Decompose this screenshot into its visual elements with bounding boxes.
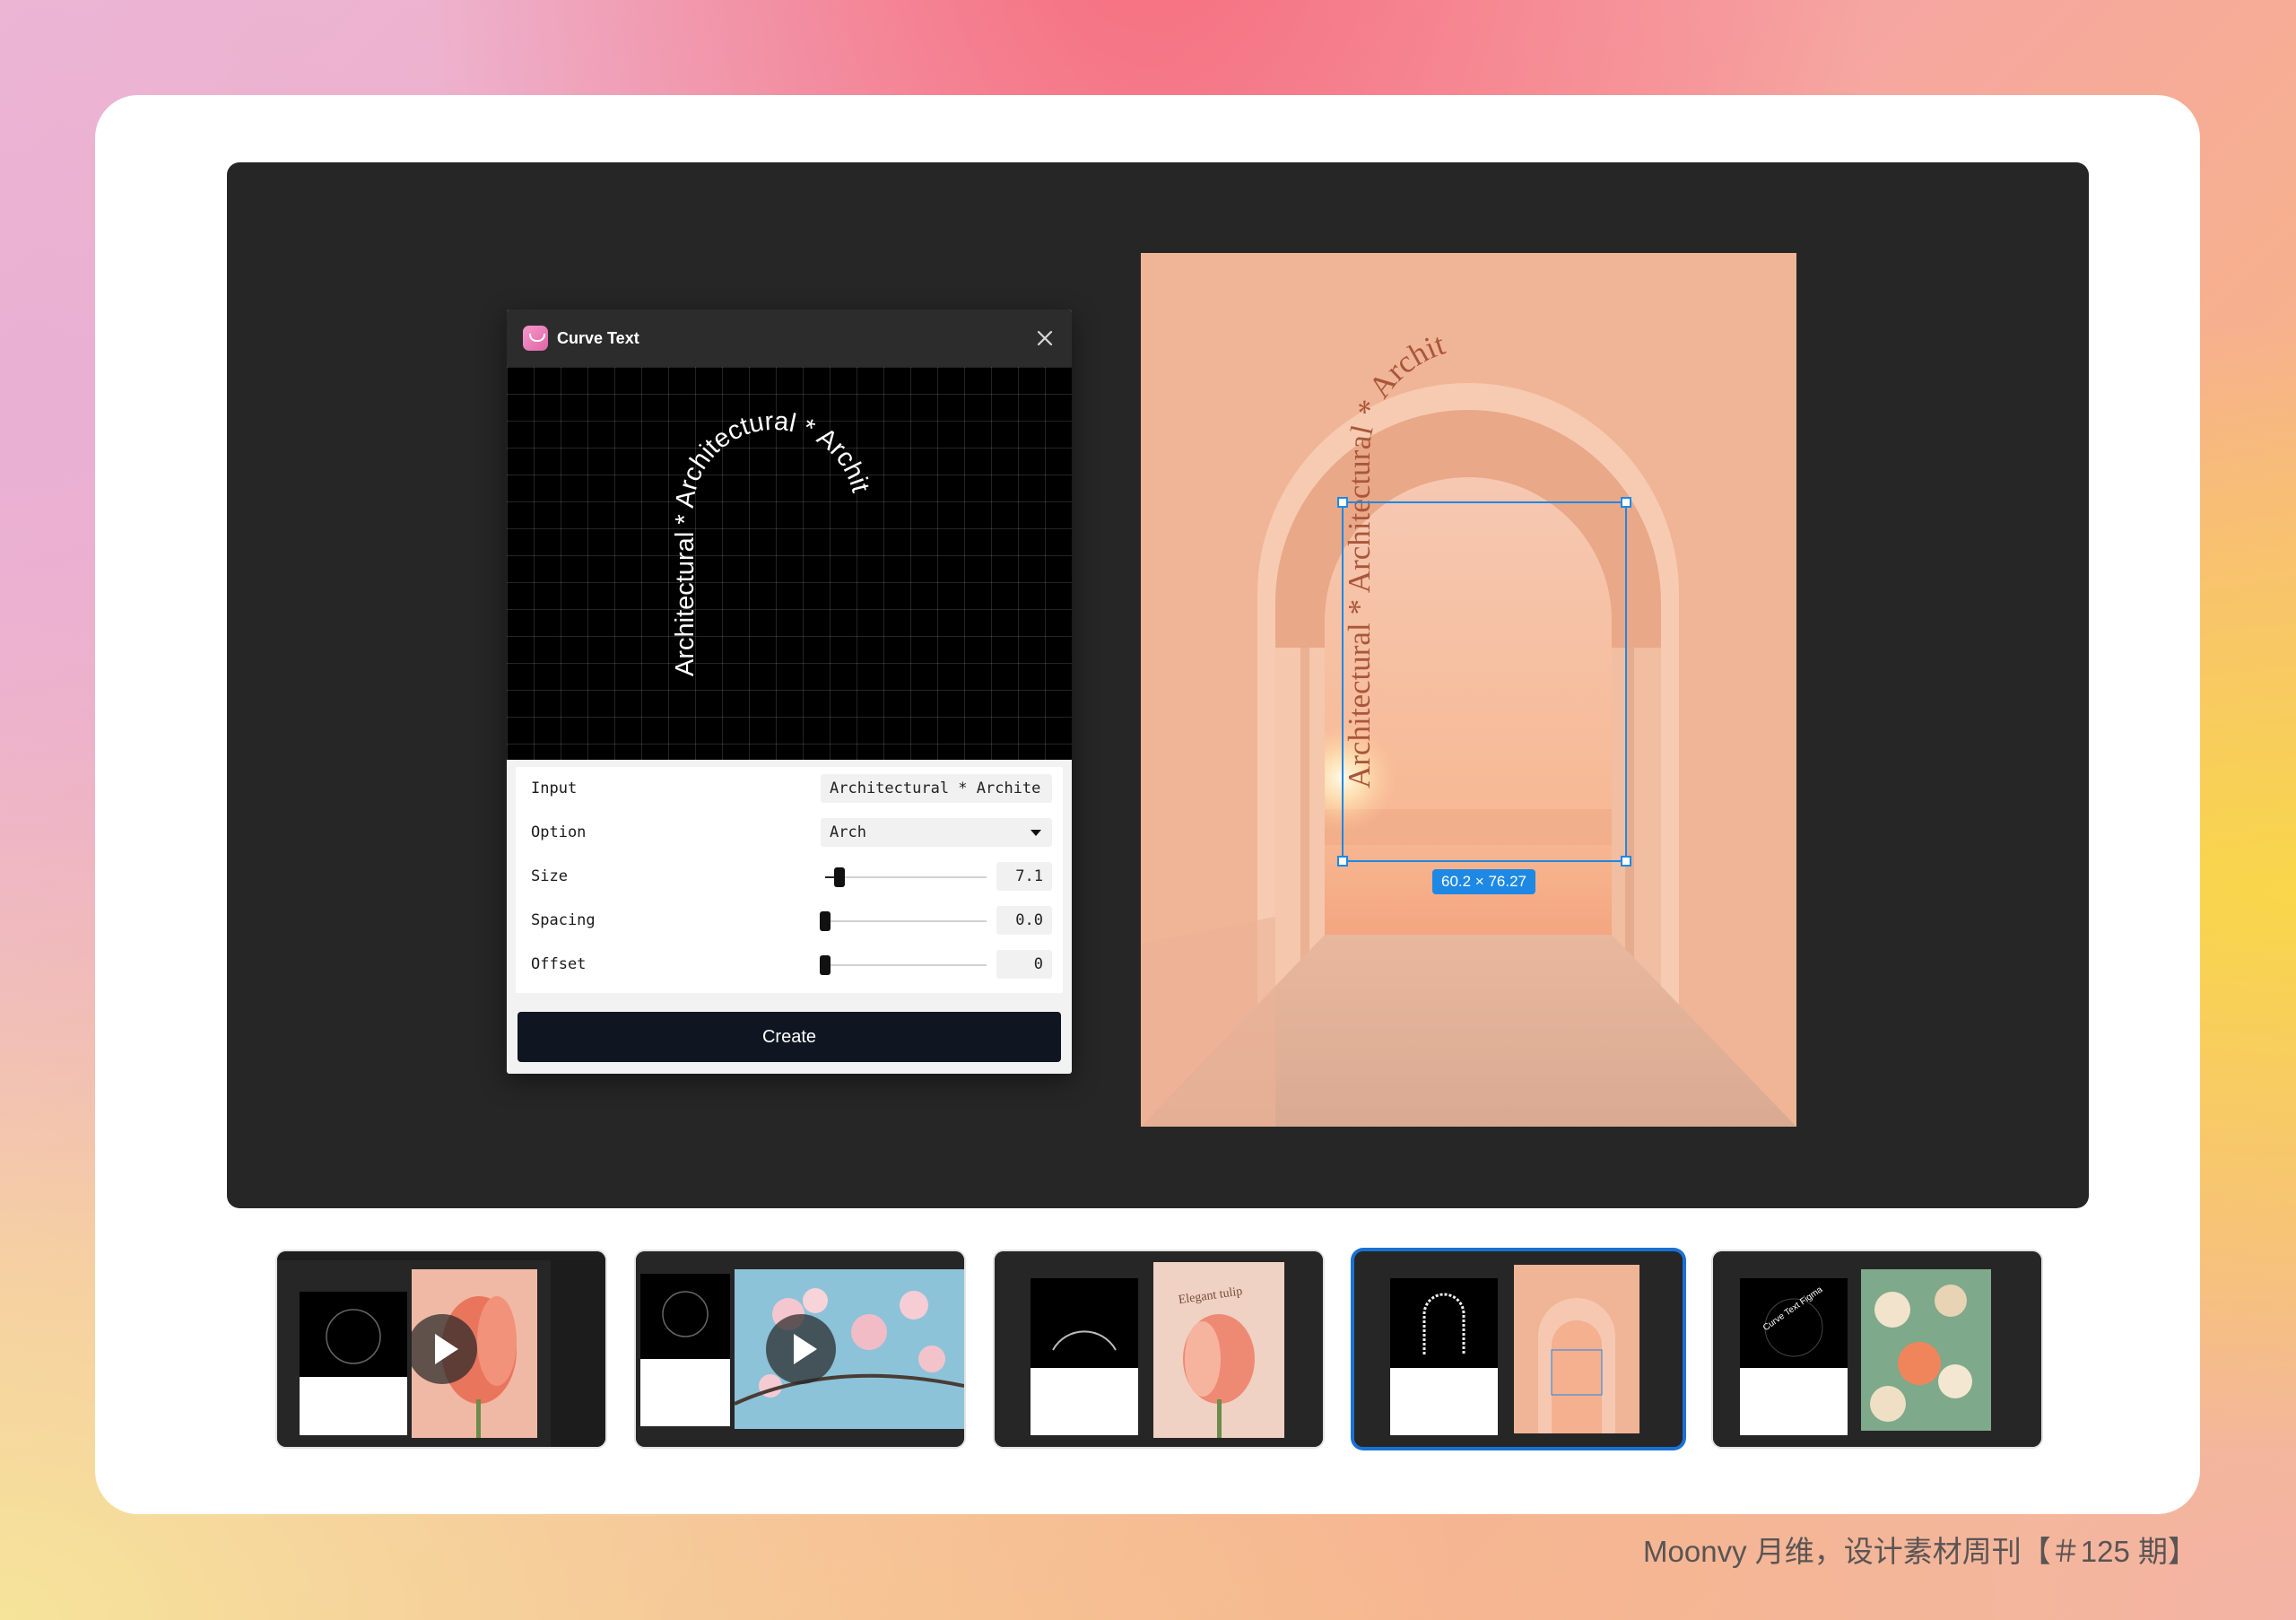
plugin-logo-icon xyxy=(523,326,548,351)
size-slider-thumb[interactable] xyxy=(834,867,846,887)
chevron-down-icon xyxy=(1031,830,1041,836)
footer-caption: Moonvy 月维，设计素材周刊【＃125 期】 xyxy=(1643,1535,2197,1568)
plugin-header: Curve Text xyxy=(507,309,1072,367)
spacing-label: Spacing xyxy=(531,911,596,929)
curve-text-plugin: Curve Text Architectural * Architectural… xyxy=(507,309,1072,1074)
thumb-art-3: Elegant tulip xyxy=(995,1251,1323,1447)
offset-slider-thumb[interactable] xyxy=(820,955,831,975)
controls-panel: Input Architectural * Archite Option Arc… xyxy=(516,767,1063,993)
thumb-art-4 xyxy=(1354,1251,1683,1447)
input-label: Input xyxy=(531,780,578,797)
play-icon[interactable] xyxy=(766,1314,836,1384)
canvas-photo[interactable]: Architectural * Architectural * Archit xyxy=(1141,253,1796,1127)
option-label: Option xyxy=(531,823,587,841)
resize-handle-bl[interactable] xyxy=(1337,856,1348,867)
spacing-slider[interactable] xyxy=(820,911,987,931)
option-select[interactable]: Arch xyxy=(821,818,1052,847)
thumbnail-tulip-video[interactable] xyxy=(277,1251,605,1447)
preview-curve-text: Architectural * Architectural * Archit xyxy=(671,407,875,676)
offset-label: Offset xyxy=(531,955,587,973)
spacing-slider-thumb[interactable] xyxy=(820,911,831,931)
size-slider[interactable] xyxy=(825,867,987,887)
thumbnail-elegant-tulip[interactable]: Elegant tulip xyxy=(995,1251,1323,1447)
size-label: Size xyxy=(531,867,568,885)
resize-handle-tr[interactable] xyxy=(1621,497,1631,508)
offset-slider[interactable] xyxy=(820,955,987,975)
option-value: Arch xyxy=(830,823,866,841)
resize-handle-br[interactable] xyxy=(1621,856,1631,867)
option-row: Option Arch xyxy=(516,811,1063,855)
create-button[interactable]: Create xyxy=(517,1012,1061,1062)
thumbnail-blossom-video[interactable] xyxy=(636,1251,964,1447)
spacing-row: Spacing 0.0 xyxy=(516,899,1063,943)
plugin-title: Curve Text xyxy=(557,329,639,347)
selection-size-label: 60.2 × 76.27 xyxy=(1432,869,1535,894)
curve-preview: Architectural * Architectural * Archit xyxy=(507,367,1072,760)
input-row: Input Architectural * Archite xyxy=(516,767,1063,811)
preview-curve: Architectural * Architectural * Archit xyxy=(671,407,875,676)
size-value[interactable]: 7.1 xyxy=(996,862,1052,891)
thumbnail-architectural-arch[interactable] xyxy=(1354,1251,1683,1447)
thumbnail-curve-text-figma[interactable]: Curve Text Figma xyxy=(1713,1251,2041,1447)
play-icon[interactable] xyxy=(407,1314,477,1384)
spacing-value[interactable]: 0.0 xyxy=(996,906,1052,935)
resize-handle-tl[interactable] xyxy=(1337,497,1348,508)
offset-row: Offset 0 xyxy=(516,943,1063,987)
input-field[interactable]: Architectural * Archite xyxy=(821,774,1052,803)
arch-illustration: Architectural * Architectural * Archit xyxy=(1141,253,1796,1127)
thumb-art-5: Curve Text Figma xyxy=(1713,1251,2041,1447)
offset-value[interactable]: 0 xyxy=(996,950,1052,979)
size-row: Size 7.1 xyxy=(516,855,1063,899)
close-icon[interactable] xyxy=(1032,326,1057,351)
